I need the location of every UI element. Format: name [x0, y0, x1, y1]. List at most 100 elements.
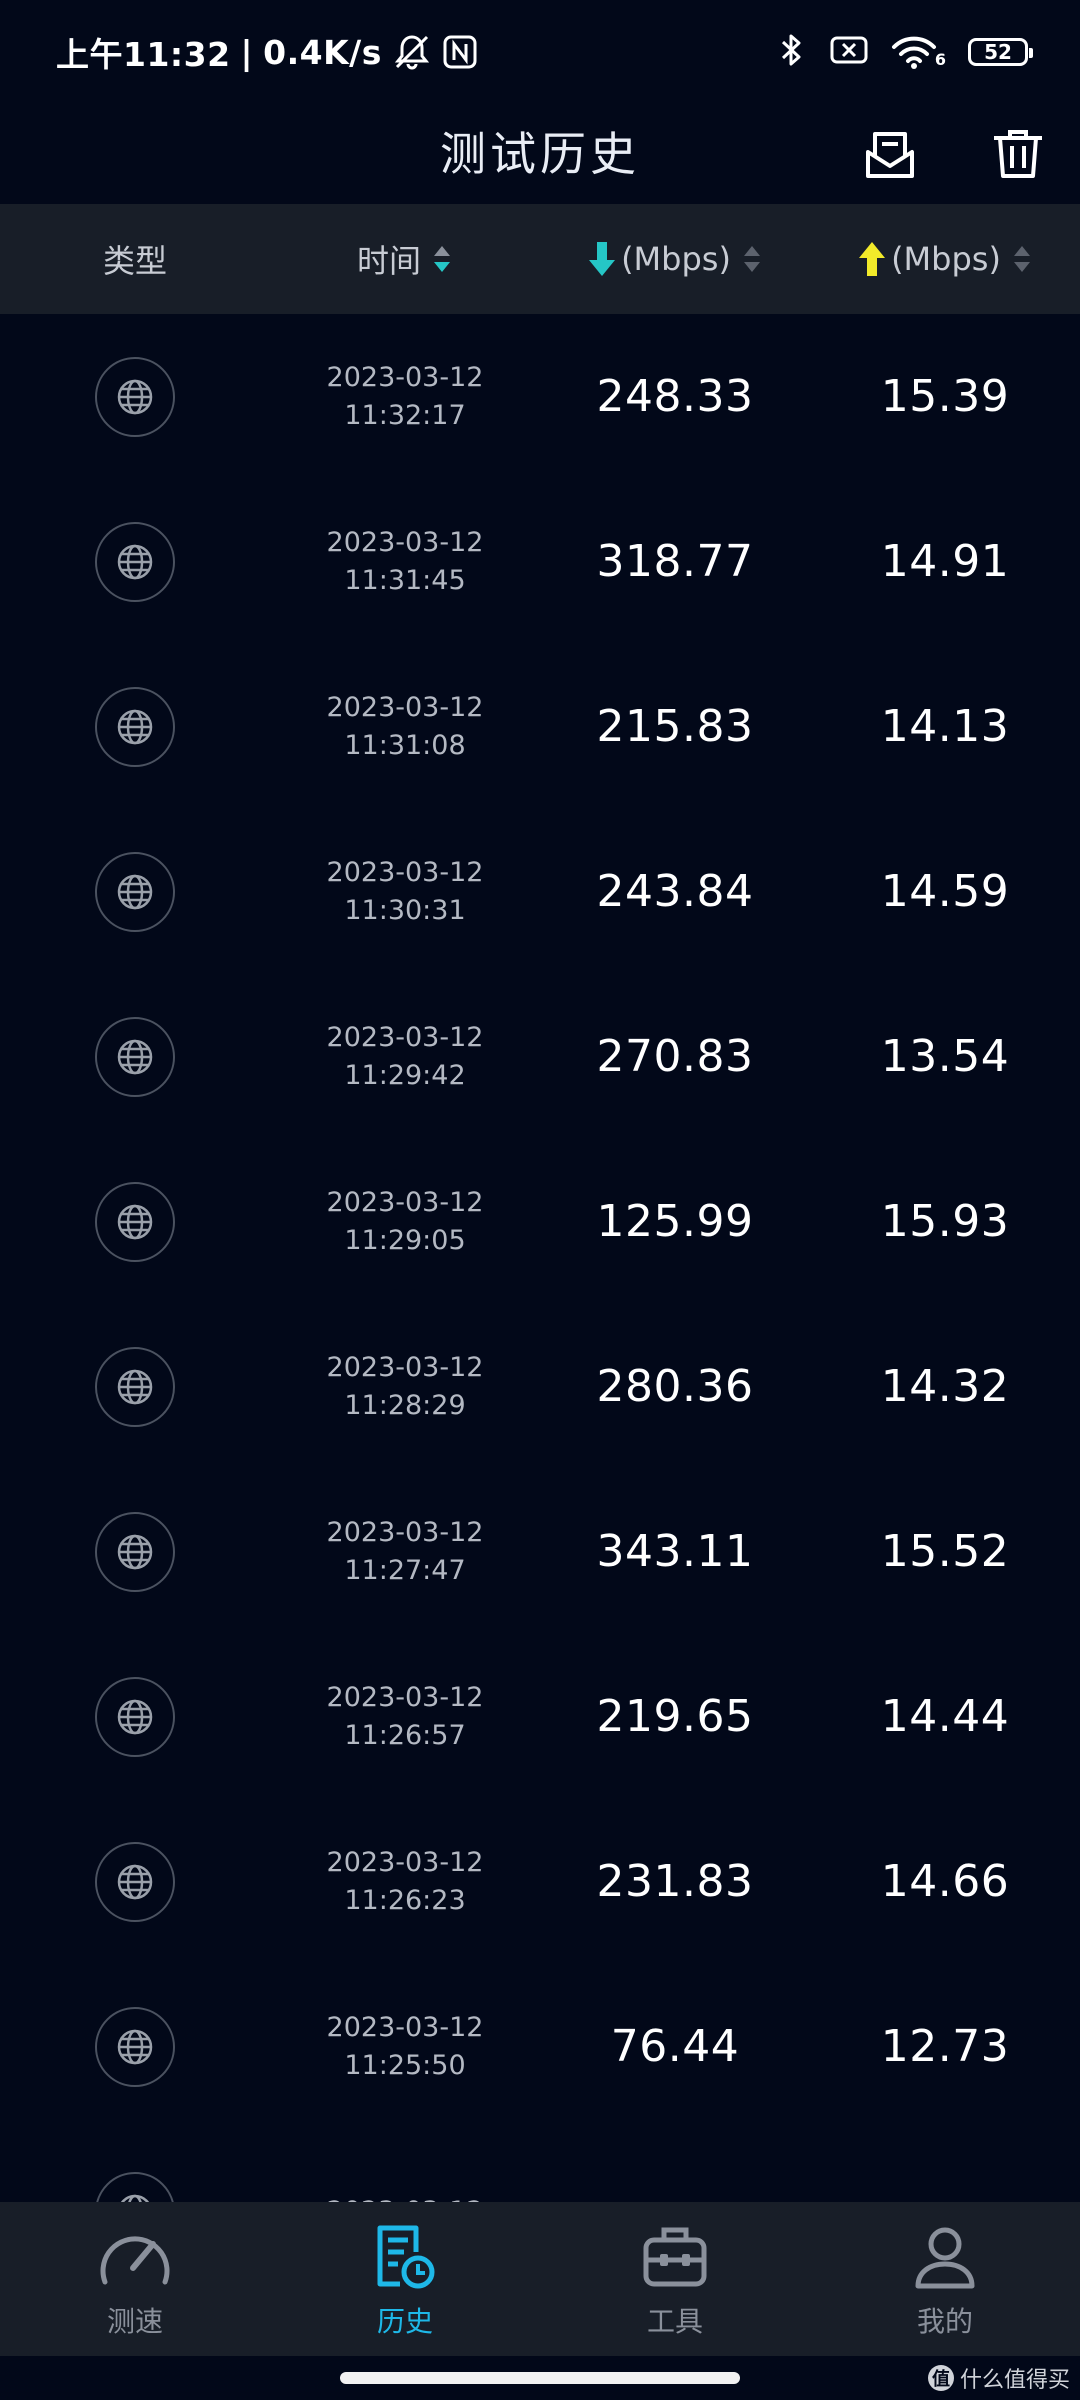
row-date: 2023-03-12: [326, 361, 484, 393]
row-download: 243.84: [596, 866, 754, 917]
column-upload-sort[interactable]: (Mbps): [810, 240, 1080, 278]
globe-icon: [95, 1511, 175, 1592]
row-time: 11:26:23: [344, 1884, 466, 1916]
row-time: 11:26:57: [344, 1719, 466, 1751]
nav-tools-label: 工具: [646, 2305, 703, 2338]
history-row[interactable]: 2023-03-12 11:29:05 125.99 15.93: [0, 1139, 1080, 1304]
globe-icon: [95, 1181, 175, 1262]
upload-arrow-icon: [857, 240, 887, 278]
row-date: 2023-03-12: [326, 1186, 484, 1218]
history-row[interactable]: 2023-03-12 11:25:50 76.44 12.73: [0, 1964, 1080, 2129]
column-time-sort[interactable]: 时间: [270, 236, 540, 282]
bottom-nav: 测速 历史 工具 我的: [0, 2202, 1080, 2356]
history-icon: [370, 2222, 440, 2292]
globe-icon: [95, 1676, 175, 1757]
row-datetime: 2023-03-12 11:26:57: [270, 1679, 540, 1755]
row-upload: 14.13: [880, 701, 1010, 752]
sort-icon: [1011, 242, 1033, 276]
row-datetime: 2023-03-12 11:31:08: [270, 689, 540, 765]
row-time: 11:29:05: [344, 1224, 466, 1256]
history-row[interactable]: 2023-03-12 11:30:31 243.84 14.59: [0, 809, 1080, 974]
row-type: [0, 521, 270, 602]
row-type: [0, 2006, 270, 2087]
delete-all-button[interactable]: [980, 116, 1056, 192]
nav-tools[interactable]: 工具: [540, 2202, 810, 2356]
history-row[interactable]: 2023-03-12 11:29:42 270.83 13.54: [0, 974, 1080, 1139]
row-date: 2023-03-12: [326, 1846, 484, 1878]
history-row[interactable]: 2023-03-12: [0, 2129, 1080, 2202]
row-time: 11:31:08: [344, 729, 466, 761]
wifi-standard: 6: [934, 50, 946, 69]
row-date: 2023-03-12: [326, 856, 484, 888]
globe-icon: [95, 356, 175, 437]
row-type: [0, 2171, 270, 2202]
row-type: [0, 851, 270, 932]
row-download: 215.83: [596, 701, 754, 752]
row-date: 2023-03-12: [326, 1021, 484, 1053]
history-row[interactable]: 2023-03-12 11:28:29 280.36 14.32: [0, 1304, 1080, 1469]
column-type-label: 类型: [102, 242, 167, 280]
row-time: 11:29:42: [344, 1059, 466, 1091]
history-row[interactable]: 2023-03-12 11:31:45 318.77 14.91: [0, 479, 1080, 644]
row-download: 219.65: [596, 1691, 754, 1742]
row-upload: 13.54: [880, 1031, 1010, 1082]
history-row[interactable]: 2023-03-12 11:26:57 219.65 14.44: [0, 1634, 1080, 1799]
history-list[interactable]: 2023-03-12 11:32:17 248.33 15.39 2023-03-12 1…: [0, 314, 1080, 2202]
row-time: 11:30:31: [344, 894, 466, 926]
row-date: 2023-03-12: [326, 526, 484, 558]
row-download: 76.44: [610, 2021, 740, 2072]
sort-active-icon: [431, 242, 453, 276]
column-download-sort[interactable]: (Mbps): [540, 240, 810, 278]
row-upload: 15.93: [880, 1196, 1010, 1247]
toolbox-icon: [640, 2222, 710, 2292]
row-type: [0, 1676, 270, 1757]
row-datetime: 2023-03-12 11:26:23: [270, 1844, 540, 1920]
row-date: 2023-03-12: [326, 691, 484, 723]
row-upload: 14.59: [880, 866, 1010, 917]
globe-icon: [95, 1346, 175, 1427]
history-row[interactable]: 2023-03-12 11:32:17 248.33 15.39: [0, 314, 1080, 479]
app-header: 测试历史: [0, 104, 1080, 204]
export-button[interactable]: [852, 116, 928, 192]
column-type: 类型: [0, 236, 270, 282]
status-bar: 上午11:32 | 0.4K/s 6 52: [0, 0, 1080, 104]
sort-icon: [741, 242, 763, 276]
row-datetime: 2023-03-12 11:32:17: [270, 359, 540, 435]
row-type: [0, 1016, 270, 1097]
trash-icon: [994, 130, 1042, 178]
nav-profile-label: 我的: [916, 2305, 973, 2338]
row-upload: 14.91: [880, 536, 1010, 587]
row-datetime: 2023-03-12: [270, 2193, 540, 2203]
history-row[interactable]: 2023-03-12 11:27:47 343.11 15.52: [0, 1469, 1080, 1634]
history-row[interactable]: 2023-03-12 11:26:23 231.83 14.66: [0, 1799, 1080, 1964]
globe-icon: [95, 1841, 175, 1922]
row-upload: 14.32: [880, 1361, 1010, 1412]
row-type: [0, 1841, 270, 1922]
nav-history[interactable]: 历史: [270, 2202, 540, 2356]
row-download: 270.83: [596, 1031, 754, 1082]
battery-icon: 52: [968, 38, 1033, 66]
watermark: 值 什么值得买: [927, 2362, 1070, 2394]
row-time: 11:31:45: [344, 564, 466, 596]
globe-icon: [95, 1016, 175, 1097]
row-type: [0, 1181, 270, 1262]
row-download: 343.11: [596, 1526, 754, 1577]
globe-icon: [95, 2171, 175, 2202]
watermark-text: 什么值得买: [959, 2368, 1070, 2393]
row-time: 11:28:29: [344, 1389, 466, 1421]
history-row[interactable]: 2023-03-12 11:31:08 215.83 14.13: [0, 644, 1080, 809]
globe-icon: [95, 851, 175, 932]
row-upload: 15.39: [880, 371, 1010, 422]
row-type: [0, 1511, 270, 1592]
nav-speedtest[interactable]: 测速: [0, 2202, 270, 2356]
column-upload-unit: (Mbps): [891, 240, 1001, 278]
notifications-off-icon: [392, 32, 432, 72]
nav-speedtest-label: 测速: [106, 2305, 163, 2338]
row-download: 248.33: [596, 371, 754, 422]
nav-profile[interactable]: 我的: [810, 2202, 1080, 2356]
status-right: 6 52: [777, 31, 1033, 73]
person-icon: [912, 2222, 978, 2292]
row-type: [0, 1346, 270, 1427]
home-indicator[interactable]: [340, 2372, 740, 2384]
column-download-unit: (Mbps): [621, 240, 731, 278]
